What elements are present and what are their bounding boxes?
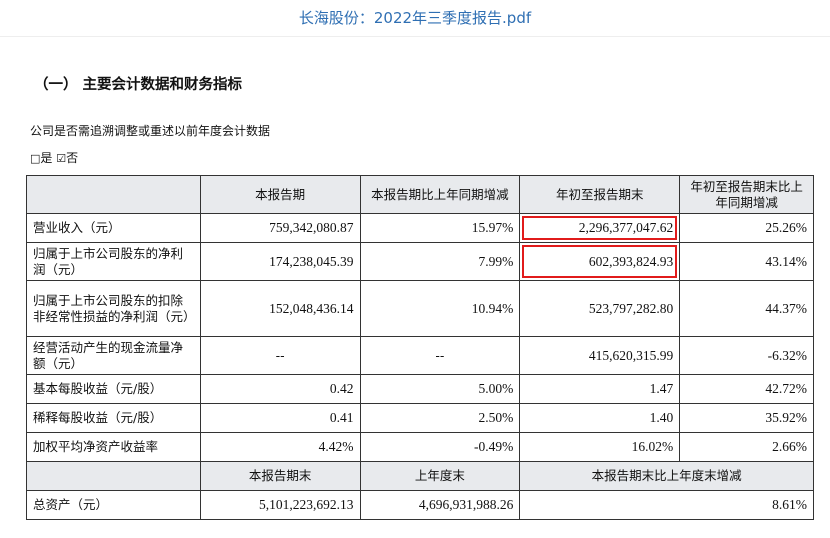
cell-value: 2,296,377,047.62 bbox=[578, 220, 674, 235]
document-title: 长海股份：2022年三季度报告.pdf bbox=[0, 0, 830, 37]
section-title: （一） 主要会计数据和财务指标 bbox=[34, 77, 243, 93]
table-cell: 5.00% bbox=[359, 374, 521, 404]
cell-value: 602,393,824.93 bbox=[588, 253, 674, 269]
table-cell: 35.92% bbox=[679, 403, 814, 433]
table-cell: 4.42% bbox=[199, 432, 361, 462]
checked-box-icon: ☑ bbox=[56, 152, 67, 165]
table-cell: 174,238,045.39 bbox=[199, 242, 361, 281]
table-row: 稀释每股收益（元/股） 0.41 2.50% 1.40 35.92% bbox=[26, 403, 814, 433]
table-row: 经营活动产生的现金流量净额（元） -- -- 415,620,315.99 -6… bbox=[26, 336, 814, 375]
financial-indicators-table: 本报告期 本报告期比上年同期增减 年初至报告期末 年初至报告期末比上年同期增减 … bbox=[26, 175, 814, 520]
header-cell: 本报告期末 bbox=[199, 461, 361, 491]
table-cell: 42.72% bbox=[679, 374, 814, 404]
table-cell: -- bbox=[359, 336, 521, 375]
table-row: 基本每股收益（元/股） 0.42 5.00% 1.47 42.72% bbox=[26, 374, 814, 404]
header-cell: 年初至报告期末 bbox=[519, 175, 681, 214]
row-label: 加权平均净资产收益率 bbox=[26, 432, 201, 462]
table-cell: 10.94% bbox=[359, 280, 521, 337]
header-cell: 本报告期末比上年度末增减 bbox=[519, 461, 814, 491]
header-cell: 上年度末 bbox=[359, 461, 521, 491]
row-label: 归属于上市公司股东的扣除非经常性损益的净利润（元） bbox=[26, 280, 201, 337]
row-label: 稀释每股收益（元/股） bbox=[26, 403, 201, 433]
header-cell: 年初至报告期末比上年同期增减 bbox=[679, 175, 814, 214]
row-label: 基本每股收益（元/股） bbox=[26, 374, 201, 404]
table-cell: 1.47 bbox=[519, 374, 681, 404]
table-row: 总资产（元） 5,101,223,692.13 4,696,931,988.26… bbox=[26, 490, 814, 520]
table-cell: 4,696,931,988.26 bbox=[359, 490, 521, 520]
table-cell: 0.41 bbox=[199, 403, 361, 433]
highlighted-cell: 2,296,377,047.62 bbox=[519, 213, 681, 243]
option-yes-label: 是 bbox=[40, 151, 53, 165]
table-cell: 44.37% bbox=[679, 280, 814, 337]
header-cell: 本报告期比上年同期增减 bbox=[359, 175, 521, 214]
table-cell: 523,797,282.80 bbox=[519, 280, 681, 337]
row-label: 总资产（元） bbox=[26, 490, 201, 520]
table-subheader-row: 本报告期末 上年度末 本报告期末比上年度末增减 bbox=[26, 461, 814, 491]
row-label: 归属于上市公司股东的净利润（元） bbox=[26, 242, 201, 281]
row-label: 经营活动产生的现金流量净额（元） bbox=[26, 336, 201, 375]
table-cell: 152,048,436.14 bbox=[199, 280, 361, 337]
table-cell: 8.61% bbox=[519, 490, 814, 520]
header-cell bbox=[26, 175, 201, 214]
table-cell: 2.66% bbox=[679, 432, 814, 462]
table-row: 归属于上市公司股东的扣除非经常性损益的净利润（元） 152,048,436.14… bbox=[26, 280, 814, 337]
table-row: 加权平均净资产收益率 4.42% -0.49% 16.02% 2.66% bbox=[26, 432, 814, 462]
table-cell: -- bbox=[199, 336, 361, 375]
table-cell: 5,101,223,692.13 bbox=[199, 490, 361, 520]
table-cell: 16.02% bbox=[519, 432, 681, 462]
table-cell: -0.49% bbox=[359, 432, 521, 462]
table-cell: 1.40 bbox=[519, 403, 681, 433]
option-no-label: 否 bbox=[66, 151, 79, 165]
table-cell: 759,342,080.87 bbox=[199, 213, 361, 243]
table-cell: 7.99% bbox=[359, 242, 521, 281]
header-cell bbox=[26, 461, 201, 491]
unchecked-box-icon: □ bbox=[30, 152, 41, 165]
row-label: 营业收入（元） bbox=[26, 213, 201, 243]
table-row: 营业收入（元） 759,342,080.87 15.97% 2,296,377,… bbox=[26, 213, 814, 243]
table-cell: 43.14% bbox=[679, 242, 814, 281]
header-cell: 本报告期 bbox=[199, 175, 361, 214]
table-cell: 25.26% bbox=[679, 213, 814, 243]
restatement-question: 公司是否需追溯调整或重述以前年度会计数据 bbox=[30, 124, 271, 138]
table-row: 归属于上市公司股东的净利润（元） 174,238,045.39 7.99% 60… bbox=[26, 242, 814, 281]
table-cell: -6.32% bbox=[679, 336, 814, 375]
restatement-options: □是 ☑否 bbox=[30, 149, 78, 166]
table-cell: 2.50% bbox=[359, 403, 521, 433]
table-cell: 15.97% bbox=[359, 213, 521, 243]
table-cell: 415,620,315.99 bbox=[519, 336, 681, 375]
highlighted-cell: 602,393,824.93 bbox=[519, 242, 681, 281]
table-header-row: 本报告期 本报告期比上年同期增减 年初至报告期末 年初至报告期末比上年同期增减 bbox=[26, 175, 814, 214]
table-cell: 0.42 bbox=[199, 374, 361, 404]
